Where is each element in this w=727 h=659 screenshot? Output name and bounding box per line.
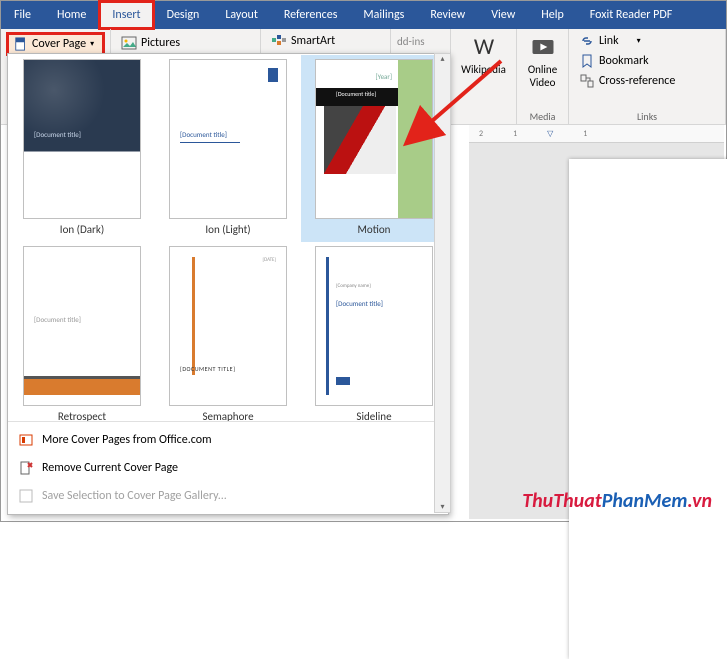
smartart-label: SmartArt [291, 34, 335, 48]
gallery-footer: More Cover Pages from Office.com Remove … [8, 421, 448, 514]
online-video-button[interactable]: Online Video [523, 31, 562, 91]
crossref-button[interactable]: Cross-reference [575, 71, 719, 91]
tab-review[interactable]: Review [417, 1, 478, 29]
save-icon [18, 488, 34, 504]
gallery-label: Semaphore [202, 406, 253, 421]
tab-references[interactable]: References [271, 1, 351, 29]
gallery-scrollbar[interactable] [434, 53, 451, 513]
page-icon [14, 37, 28, 51]
gallery-item-sideline[interactable]: [Company name][Document title] Sideline [301, 242, 447, 421]
link-label: Link [599, 34, 619, 48]
tab-foxit[interactable]: Foxit Reader PDF [577, 1, 685, 29]
links-group-label: Links [569, 110, 725, 123]
save-to-gallery: Save Selection to Cover Page Gallery... [8, 482, 448, 510]
crossref-label: Cross-reference [599, 74, 675, 88]
media-group-label: Media [517, 110, 568, 123]
tab-file[interactable]: File [1, 1, 44, 29]
tab-home[interactable]: Home [44, 1, 99, 29]
menu-bar: File Home Insert Design Layout Reference… [1, 1, 726, 29]
remove-cover-page[interactable]: Remove Current Cover Page [8, 454, 448, 482]
video-icon [529, 33, 557, 61]
wikipedia-icon: W [470, 33, 498, 61]
crossref-icon [579, 73, 595, 89]
watermark: ThuThuatPhanMem.vn [522, 489, 712, 513]
gallery-label: Motion [358, 219, 391, 242]
pictures-label: Pictures [141, 36, 180, 50]
online-video-label: Online Video [528, 63, 557, 89]
footer-label: Remove Current Cover Page [42, 461, 178, 475]
bookmark-icon [579, 53, 595, 69]
footer-label: More Cover Pages from Office.com [42, 433, 212, 447]
gallery-label: Sideline [356, 406, 391, 421]
remove-page-icon [18, 460, 34, 476]
smartart-button[interactable]: SmartArt [267, 31, 384, 51]
gallery-item-motion[interactable]: [Year] [Document title] Motion [301, 55, 447, 242]
office-icon [18, 432, 34, 448]
gallery-label: Retrospect [58, 406, 106, 421]
gallery-item-ion-light[interactable]: [Document title] Ion (Light) [155, 55, 301, 242]
cover-page-gallery: [Document title] Ion (Dark) [Document ti… [7, 53, 449, 515]
svg-text:W: W [473, 33, 494, 61]
horizontal-ruler[interactable]: 2 1 ▽ 1 [469, 125, 724, 143]
gallery-item-ion-dark[interactable]: [Document title] Ion (Dark) [9, 55, 155, 242]
bookmark-label: Bookmark [599, 54, 649, 68]
gallery-item-semaphore[interactable]: [DATE][DOCUMENT TITLE] Semaphore [155, 242, 301, 421]
more-cover-pages[interactable]: More Cover Pages from Office.com [8, 426, 448, 454]
tab-design[interactable]: Design [154, 1, 213, 29]
wikipedia-button[interactable]: W Wikipedia [457, 31, 510, 78]
footer-label: Save Selection to Cover Page Gallery... [42, 489, 227, 503]
cover-page-button[interactable]: Cover Page ▾ [7, 33, 104, 55]
document-page[interactable] [569, 159, 727, 659]
addins-partial-label: dd-ins [397, 31, 444, 48]
chevron-down-icon: ▾ [637, 36, 641, 46]
gallery-label: Ion (Dark) [60, 219, 104, 242]
document-area[interactable] [469, 143, 724, 519]
tab-help[interactable]: Help [528, 1, 577, 29]
tab-insert[interactable]: Insert [99, 1, 153, 29]
bookmark-button[interactable]: Bookmark [575, 51, 719, 71]
gallery-item-retrospect[interactable]: [Document title] Retrospect [9, 242, 155, 421]
wikipedia-label: Wikipedia [461, 63, 506, 76]
link-icon [579, 33, 595, 49]
gallery-label: Ion (Light) [205, 219, 250, 242]
pictures-icon [121, 35, 137, 51]
smartart-icon [271, 33, 287, 49]
cover-page-label: Cover Page [32, 37, 86, 51]
tab-layout[interactable]: Layout [212, 1, 271, 29]
pictures-button[interactable]: Pictures [117, 33, 184, 53]
tab-mailings[interactable]: Mailings [350, 1, 417, 29]
tab-view[interactable]: View [478, 1, 528, 29]
link-button[interactable]: Link ▾ [575, 31, 719, 51]
chevron-down-icon: ▾ [90, 39, 94, 49]
